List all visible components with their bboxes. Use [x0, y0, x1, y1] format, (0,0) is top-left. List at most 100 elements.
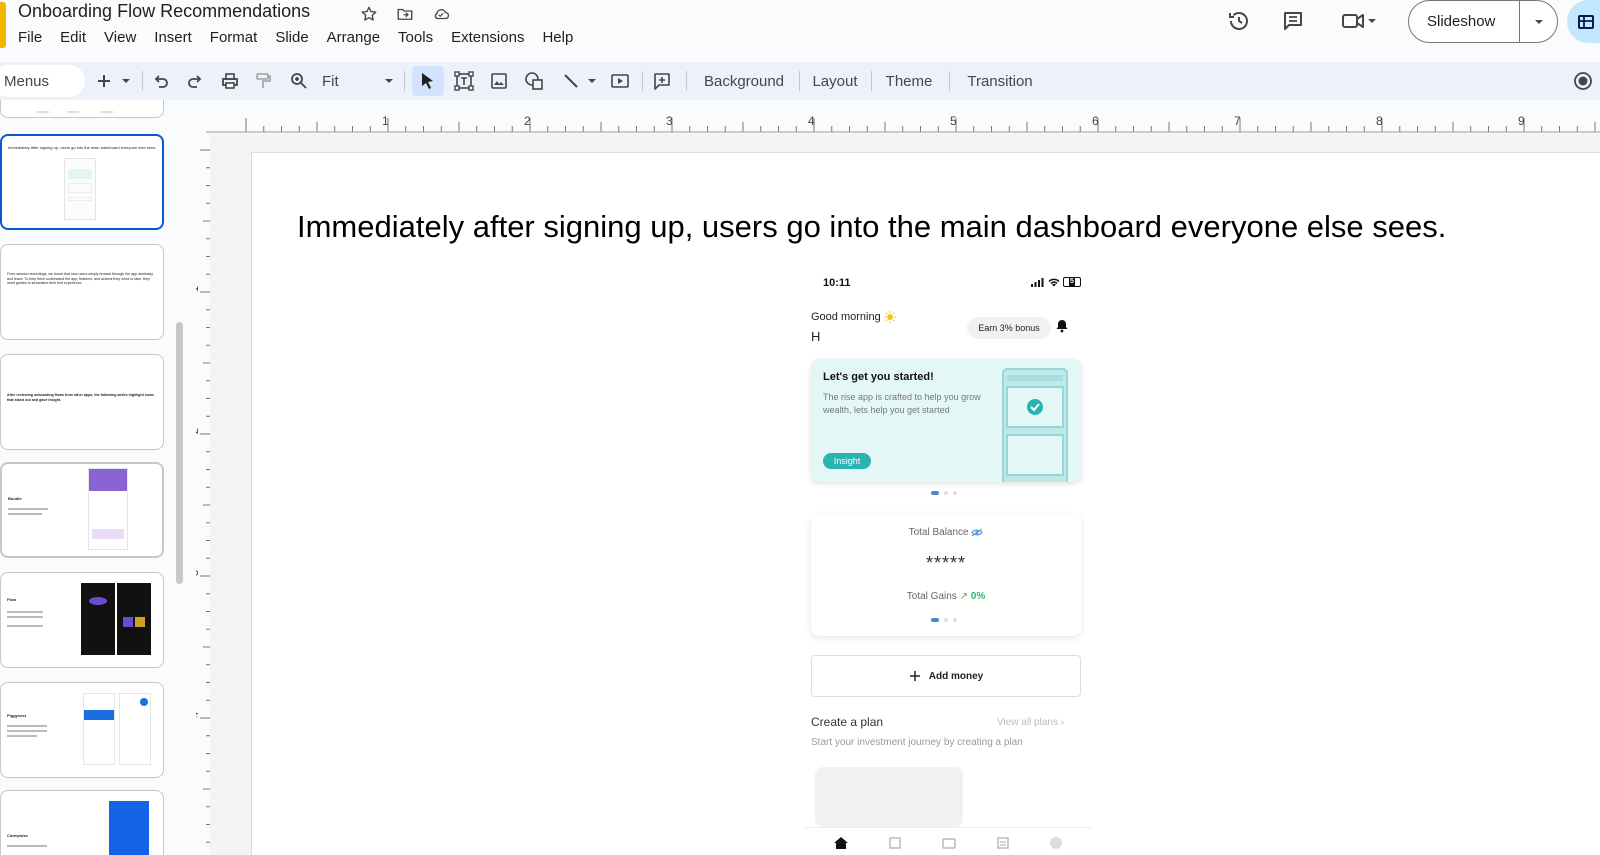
insight-label: Insight [833, 456, 861, 466]
print-button[interactable] [219, 68, 241, 94]
ruler-label: 6 [1092, 114, 1099, 128]
background-button[interactable]: Background [696, 68, 792, 94]
slide-thumbnail[interactable]: Flow [0, 572, 164, 668]
select-tool-button[interactable] [412, 66, 444, 96]
filmstrip-scrollbar[interactable] [176, 322, 183, 584]
chevron-right-icon: › [1060, 717, 1065, 728]
slide-thumbnail[interactable]: Piggyvest [0, 682, 164, 778]
vertical-ruler[interactable]: 1 2 3 4 [196, 134, 210, 855]
thumbnail-image [64, 158, 96, 220]
add-comment-button[interactable] [651, 68, 673, 94]
slide-thumbnail[interactable] [0, 100, 164, 118]
feed-icon [996, 836, 1009, 849]
balance-label-row: Total Balance [811, 527, 1081, 538]
move-folder-icon[interactable] [394, 3, 416, 25]
zoom-select[interactable]: Fit [322, 68, 394, 94]
balance-value: ***** [925, 553, 967, 573]
slide-thumbnail[interactable]: Bundle [0, 462, 164, 558]
menu-help[interactable]: Help [542, 29, 582, 46]
video-icon [611, 74, 629, 88]
ruler-label: 9 [1518, 114, 1525, 128]
slideshow-label[interactable]: Slideshow [1409, 13, 1519, 30]
menu-extensions[interactable]: Extensions [451, 29, 533, 46]
earn-bonus-label: Earn 3% bonus [978, 323, 1040, 333]
slide-canvas[interactable]: Immediately after signing up, users go i… [251, 152, 1600, 855]
menus-label: Menus [4, 72, 50, 90]
battery-icon: 5 [1063, 277, 1081, 287]
menu-file[interactable]: File [18, 29, 51, 46]
new-slide-layout-dropdown[interactable] [119, 68, 133, 94]
wifi-icon [1048, 278, 1060, 286]
plus-icon [98, 75, 110, 87]
greeting-row: Good morning [811, 311, 896, 324]
zoom-button[interactable] [288, 68, 310, 94]
menu-format[interactable]: Format [210, 29, 267, 46]
share-button[interactable] [1567, 0, 1600, 43]
chevron-down-icon [385, 79, 393, 83]
slide-thumbnail[interactable]: Cowrywise [0, 790, 164, 855]
add-money-button: Add money [811, 655, 1081, 697]
undo-button[interactable] [150, 68, 172, 94]
menu-arrange[interactable]: Arrange [327, 29, 389, 46]
thumbnail-image [83, 693, 115, 765]
cloud-status-icon[interactable] [430, 3, 452, 25]
ruler-label: 2 [524, 114, 531, 128]
get-started-title: Let's get you started! [823, 371, 934, 383]
record-icon [1574, 72, 1592, 90]
thumbnail-image [88, 468, 128, 550]
star-icon[interactable] [358, 3, 380, 25]
line-button[interactable] [560, 68, 582, 94]
menu-edit[interactable]: Edit [60, 29, 95, 46]
slide-thumbnail[interactable]: From session recordings, we found that n… [0, 244, 164, 340]
theme-button[interactable]: Theme [880, 68, 938, 94]
dashboard-screenshot[interactable]: 10:11 5 Good morning H Earn 3% bonus Let… [803, 271, 1093, 855]
line-type-dropdown[interactable] [586, 68, 598, 94]
comments-icon[interactable] [1278, 6, 1308, 36]
earn-bonus-pill: Earn 3% bonus [967, 317, 1051, 339]
transition-button[interactable]: Transition [958, 68, 1042, 94]
home-icon [833, 836, 848, 849]
slides-logo-icon[interactable] [0, 2, 6, 48]
menu-insert[interactable]: Insert [154, 29, 201, 46]
document-title[interactable]: Onboarding Flow Recommendations [18, 1, 310, 22]
redo-button[interactable] [184, 68, 206, 94]
slideshow-button[interactable]: Slideshow [1408, 0, 1558, 43]
meet-camera-icon[interactable] [1336, 6, 1382, 36]
thumbnail-title: Bundle [8, 496, 22, 501]
text-box-button[interactable] [453, 68, 475, 94]
add-comment-icon [654, 73, 670, 90]
plus-icon [909, 671, 920, 681]
horizontal-ruler[interactable]: 1 2 3 4 5 6 7 8 9 [206, 112, 1600, 134]
greeting-text: Good morning [811, 311, 881, 323]
menu-slide[interactable]: Slide [275, 29, 317, 46]
slide-thumbnail-selected[interactable]: Immediately after signing up, users go i… [0, 134, 164, 230]
version-history-icon[interactable] [1224, 6, 1254, 36]
layout-label: Layout [812, 72, 858, 90]
shape-button[interactable] [523, 68, 545, 94]
slide-heading[interactable]: Immediately after signing up, users go i… [297, 209, 1446, 245]
chevron-down-icon [122, 79, 130, 83]
insert-video-button[interactable] [609, 68, 631, 94]
paint-format-icon [256, 73, 271, 88]
menu-tools[interactable]: Tools [398, 29, 442, 46]
new-slide-button[interactable] [94, 68, 114, 94]
slideshow-options-dropdown[interactable] [1520, 17, 1557, 27]
zoom-value: Fit [322, 72, 339, 90]
menus-search[interactable]: Menus [0, 65, 85, 97]
image-icon [491, 73, 507, 89]
toolbar: Menus Fit Background Layout Theme Transi… [0, 62, 1600, 100]
slide-thumbnail[interactable]: After reviewing onboarding flows from ot… [0, 354, 164, 450]
gains-row: Total Gains ↗ 0% [811, 591, 1081, 602]
menu-view[interactable]: View [104, 29, 145, 46]
shape-icon [525, 72, 543, 90]
paint-format-button[interactable] [252, 68, 274, 94]
zoom-icon [291, 73, 307, 89]
insert-image-button[interactable] [488, 68, 510, 94]
signal-icon [1031, 277, 1044, 287]
checklist-illustration-icon [1002, 368, 1068, 482]
record-button[interactable] [1572, 68, 1594, 94]
user-initial: H [811, 329, 821, 344]
total-balance-card: Total Balance ***** Total Gains ↗ 0% [811, 515, 1081, 636]
layout-button[interactable]: Layout [808, 68, 862, 94]
theme-label: Theme [885, 72, 933, 90]
